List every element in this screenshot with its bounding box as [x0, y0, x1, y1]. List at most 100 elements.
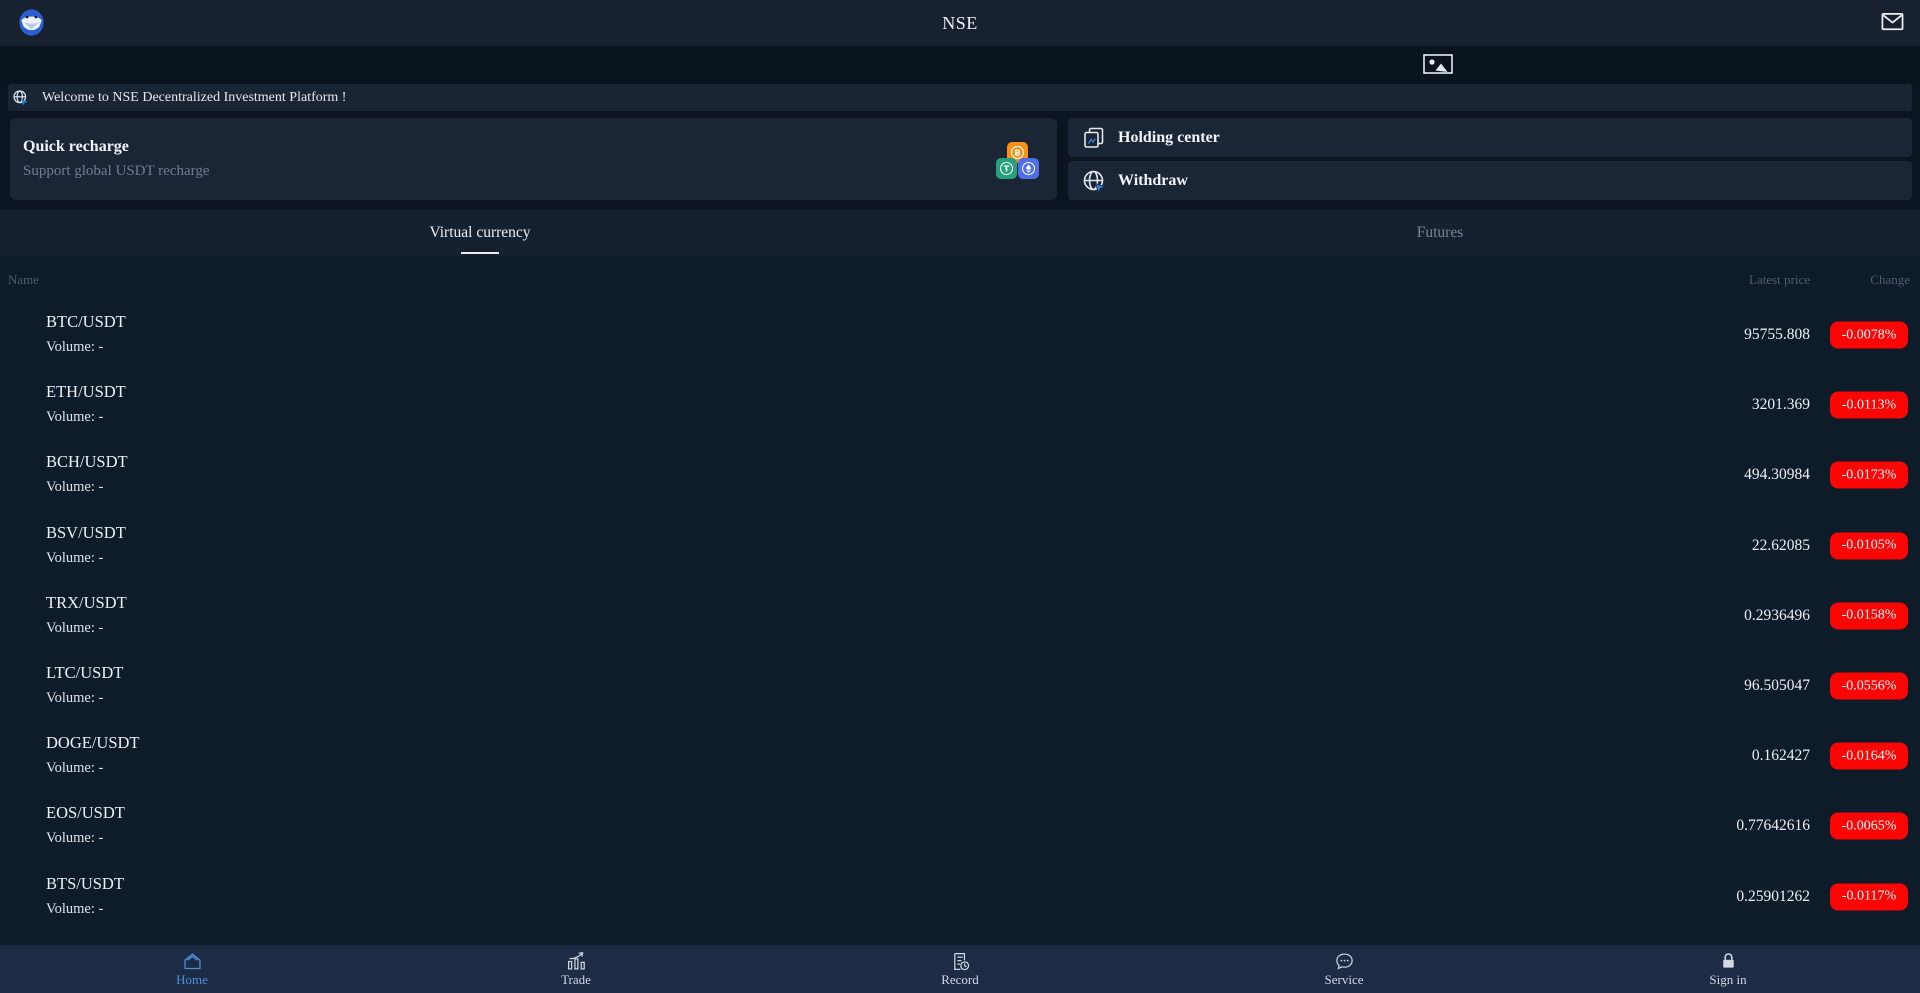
latest-price: 0.162427 [1751, 747, 1810, 765]
announcement-bar[interactable]: Welcome to NSE Decentralized Investment … [8, 84, 1912, 111]
volume-label: Volume: [46, 479, 95, 496]
volume-value: - [98, 689, 104, 706]
change-badge: -0.0164% [1830, 742, 1908, 770]
nav-item-record[interactable]: Record [768, 945, 1152, 993]
column-latest-price: Latest price [1749, 272, 1810, 287]
market-row[interactable]: TRX/USDT Volume: - 0.2936496 -0.0158% [0, 581, 1920, 651]
mail-icon[interactable] [1881, 12, 1904, 31]
market-list: BTC/USDT Volume: - 95755.808 -0.0078% ET… [0, 300, 1920, 932]
change-badge: -0.0105% [1830, 532, 1908, 560]
globe-arrow-icon [12, 89, 29, 106]
pair-name: BTS/USDT [46, 873, 124, 893]
volume-label: Volume: [46, 619, 95, 636]
nav-item-home[interactable]: Home [0, 945, 384, 993]
pair-volume: Volume: - [46, 760, 103, 777]
change-badge: -0.0173% [1830, 461, 1908, 489]
withdraw-globe-icon [1082, 169, 1107, 194]
latest-price: 494.30984 [1744, 466, 1810, 484]
home-icon [183, 953, 201, 970]
withdraw-label: Withdraw [1118, 171, 1188, 189]
market-row[interactable]: BSV/USDT Volume: - 22.62085 -0.0105% [0, 511, 1920, 581]
volume-value: - [98, 549, 104, 566]
market-row[interactable]: DOGE/USDT Volume: - 0.162427 -0.0164% [0, 721, 1920, 791]
nav-label-record: Record [941, 972, 979, 987]
svg-text:B: B [1014, 147, 1020, 157]
volume-value: - [98, 619, 104, 636]
market-row[interactable]: BTS/USDT Volume: - 0.25901262 -0.0117% [0, 862, 1920, 932]
market-row[interactable]: EOS/USDT Volume: - 0.77642616 -0.0065% [0, 791, 1920, 861]
service-icon [1335, 953, 1353, 970]
nav-item-sign-in[interactable]: Sign in [1536, 945, 1920, 993]
latest-price: 0.77642616 [1736, 817, 1810, 835]
table-header: Name Latest price Change [0, 272, 1920, 290]
tab-virtual-currency[interactable]: Virtual currency [0, 210, 960, 256]
ethereum-icon [1018, 158, 1039, 179]
pair-volume: Volume: - [46, 409, 103, 426]
pair-name: BCH/USDT [46, 452, 128, 472]
volume-label: Volume: [46, 900, 95, 917]
active-tab-underline [461, 252, 499, 254]
volume-label: Volume: [46, 409, 95, 426]
column-name: Name [8, 272, 40, 287]
market-table: Name Latest price Change BTC/USDT Volume… [0, 256, 1920, 945]
pair-name: TRX/USDT [46, 592, 127, 612]
column-change: Change [1870, 272, 1910, 287]
trade-icon [567, 952, 585, 970]
quick-recharge-title: Quick recharge [23, 138, 129, 155]
tab-futures-label: Futures [1416, 224, 1464, 241]
pair-volume: Volume: - [46, 620, 103, 637]
volume-value: - [98, 900, 104, 917]
withdraw-button[interactable]: Withdraw [1068, 161, 1912, 200]
nav-label-sign-in: Sign in [1709, 972, 1747, 987]
quick-recharge-card[interactable]: Quick recharge Support global USDT recha… [10, 118, 1057, 200]
volume-value: - [98, 830, 104, 847]
change-badge: -0.0078% [1830, 321, 1908, 349]
volume-value: - [98, 339, 104, 355]
nav-item-service[interactable]: Service [1152, 945, 1536, 993]
market-row[interactable]: LTC/USDT Volume: - 96.505047 -0.0556% [0, 651, 1920, 721]
tab-futures[interactable]: Futures [960, 210, 1920, 256]
latest-price: 95755.808 [1744, 326, 1810, 344]
market-row[interactable]: BTC/USDT Volume: - 95755.808 -0.0078% [0, 300, 1920, 370]
latest-price: 22.62085 [1751, 536, 1810, 554]
volume-value: - [98, 760, 104, 777]
record-icon [953, 953, 969, 971]
pair-volume: Volume: - [46, 479, 103, 496]
volume-value: - [98, 409, 104, 426]
market-row[interactable]: BCH/USDT Volume: - 494.30984 -0.0173% [0, 440, 1920, 510]
pair-volume: Volume: - [46, 550, 103, 567]
tether-icon: T [996, 158, 1017, 179]
volume-label: Volume: [46, 830, 95, 847]
quick-recharge-subtitle: Support global USDT recharge [23, 163, 210, 179]
banner-strip [0, 46, 1920, 84]
holding-center-button[interactable]: Holding center [1068, 118, 1912, 157]
latest-price: 3201.369 [1751, 396, 1810, 414]
holding-center-label: Holding center [1118, 128, 1220, 146]
latest-price: 0.2936496 [1744, 606, 1810, 624]
nav-label-trade: Trade [561, 972, 591, 987]
pair-name: BSV/USDT [46, 522, 126, 542]
tab-virtual-currency-label: Virtual currency [429, 224, 531, 241]
svg-text:T: T [1004, 163, 1010, 173]
volume-label: Volume: [46, 549, 95, 566]
pair-name: ETH/USDT [46, 382, 126, 402]
volume-value: - [98, 479, 104, 496]
pair-volume: Volume: - [46, 901, 103, 918]
bottom-nav: Home Trade Record Service Sign in [0, 945, 1920, 993]
holding-center-icon [1082, 126, 1106, 150]
nav-item-trade[interactable]: Trade [384, 945, 768, 993]
change-badge: -0.0556% [1830, 672, 1908, 700]
pair-name: BTC/USDT [46, 312, 126, 331]
nav-label-service: Service [1324, 972, 1364, 987]
market-row[interactable]: ETH/USDT Volume: - 3201.369 -0.0113% [0, 370, 1920, 440]
pair-name: EOS/USDT [46, 803, 125, 823]
volume-label: Volume: [46, 760, 95, 777]
pair-name: LTC/USDT [46, 662, 124, 682]
change-badge: -0.0065% [1830, 812, 1908, 840]
nav-label-home: Home [176, 972, 208, 987]
pair-volume: Volume: - [46, 830, 103, 847]
pair-name: DOGE/USDT [46, 733, 140, 753]
page-title: NSE [942, 12, 978, 33]
change-badge: -0.0117% [1830, 883, 1908, 911]
broken-image-icon [1423, 54, 1453, 74]
